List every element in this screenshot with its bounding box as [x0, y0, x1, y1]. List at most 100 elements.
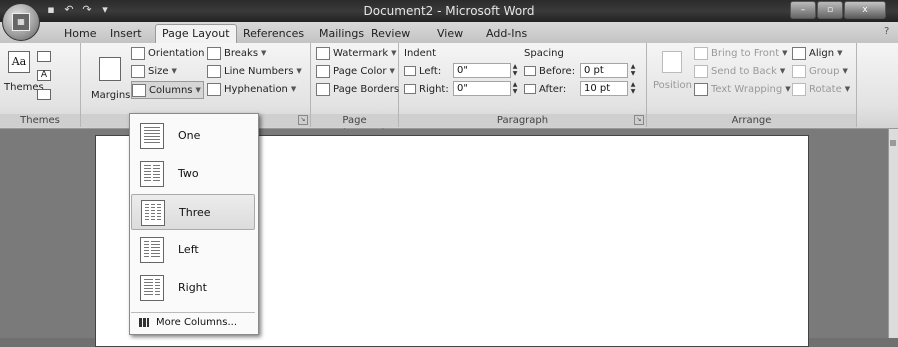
align-button[interactable]: Align ▼: [792, 45, 842, 61]
save-icon[interactable]: ▪: [44, 3, 58, 17]
columns-option-one[interactable]: One: [131, 118, 255, 154]
indent-left-field[interactable]: 0": [453, 63, 511, 78]
margins-button[interactable]: Margins: [91, 87, 130, 103]
menu-item-label: Right: [178, 281, 207, 294]
rotate-button[interactable]: Rotate ▼: [792, 81, 850, 97]
columns-dropdown-menu: One Two Three Left Right More Columns...: [129, 113, 259, 335]
orientation-button[interactable]: Orientation▼: [131, 45, 213, 61]
spacing-before-field[interactable]: 0 pt: [580, 63, 628, 78]
window-title: Document2 - Microsoft Word: [363, 4, 535, 18]
page-borders-button[interactable]: Page Borders: [316, 81, 399, 97]
margins-icon[interactable]: [99, 57, 121, 81]
page-color-button[interactable]: Page Color ▼: [316, 63, 395, 79]
paragraph-launcher-icon[interactable]: ↘: [634, 115, 644, 125]
columns-option-two[interactable]: Two: [131, 156, 255, 192]
text-wrapping-button[interactable]: Text Wrapping ▼: [694, 81, 791, 97]
paragraph-group: Indent Left: 0" ▲ ▼ Right: 0" ▲ ▼ Spacing …: [399, 43, 647, 127]
indent-right-spinner[interactable]: ▲ ▼: [511, 81, 519, 96]
tab-review[interactable]: Review: [371, 25, 410, 43]
two-columns-icon: [140, 161, 164, 187]
hyphenation-button[interactable]: Hyphenation ▼: [207, 81, 296, 97]
quick-access-toolbar: ▪ ↶ ↷ ▾: [44, 3, 112, 19]
orientation-icon: [131, 46, 145, 60]
tab-add-ins[interactable]: Add-Ins: [486, 25, 527, 43]
spacing-before-icon: [524, 66, 536, 76]
bring-to-front-icon: [694, 46, 708, 60]
more-columns-button[interactable]: More Columns...: [131, 312, 255, 333]
columns-button[interactable]: Columns ▼: [131, 81, 204, 99]
columns-option-right[interactable]: Right: [131, 270, 255, 306]
group-icon: [792, 64, 806, 78]
menu-item-label: Two: [178, 167, 199, 180]
paragraph-group-label: Paragraph: [399, 114, 646, 127]
theme-fonts-icon[interactable]: A: [37, 70, 51, 81]
spacing-before-spinner[interactable]: ▲ ▼: [629, 63, 637, 78]
maximize-button[interactable]: ▫: [817, 1, 843, 19]
spacing-after-field[interactable]: 10 pt: [580, 81, 628, 96]
theme-effects-icon[interactable]: [37, 89, 51, 100]
line-numbers-button[interactable]: Line Numbers ▼: [207, 63, 302, 79]
arrange-group: Position Bring to Front ▼ Send to Back ▼ T…: [647, 43, 857, 127]
breaks-icon: [207, 46, 221, 60]
customize-icon[interactable]: ▾: [98, 3, 112, 17]
size-icon: [131, 64, 145, 78]
position-icon[interactable]: [662, 51, 682, 73]
watermark-button[interactable]: Watermark ▼: [316, 45, 397, 61]
tab-mailings[interactable]: Mailings: [319, 25, 364, 43]
tab-references[interactable]: References: [243, 25, 304, 43]
columns-option-left[interactable]: Left: [131, 232, 255, 268]
minimize-button[interactable]: –: [790, 1, 816, 19]
tab-home[interactable]: Home: [64, 25, 96, 43]
three-columns-icon: [141, 200, 165, 226]
hyphenation-icon: [207, 82, 221, 96]
rotate-icon: [792, 82, 806, 96]
indent-left-spinner[interactable]: ▲ ▼: [511, 63, 519, 78]
menu-item-label: Left: [178, 243, 199, 256]
page-borders-icon: [316, 82, 330, 96]
office-button[interactable]: ▦: [2, 3, 40, 41]
spacing-before-label: Before:: [524, 63, 575, 79]
themes-icon[interactable]: Aa: [8, 51, 30, 73]
themes-group: Aa Themes A Themes: [0, 43, 81, 127]
tab-insert[interactable]: Insert: [110, 25, 142, 43]
breaks-button[interactable]: Breaks ▼: [207, 45, 266, 61]
window-controls: – ▫ x: [790, 1, 886, 19]
ribbon-tabs: Home Insert Page Layout References Maili…: [0, 22, 898, 44]
arrange-group-label: Arrange: [647, 114, 856, 127]
undo-icon[interactable]: ↶: [62, 3, 76, 17]
spacing-label: Spacing: [524, 47, 564, 59]
indent-left-label: Left:: [404, 63, 441, 79]
size-button[interactable]: Size ▼: [131, 63, 177, 79]
text-wrapping-icon: [694, 82, 708, 96]
theme-colors-icon[interactable]: [37, 51, 51, 62]
send-to-back-button[interactable]: Send to Back ▼: [694, 63, 785, 79]
close-button[interactable]: x: [844, 1, 886, 19]
vertical-scrollbar[interactable]: [888, 129, 898, 338]
menu-item-label: One: [178, 129, 201, 142]
view-ruler-icon[interactable]: [890, 140, 896, 146]
one-column-icon: [140, 123, 164, 149]
indent-right-icon: [404, 84, 416, 94]
spacing-after-label: After:: [524, 81, 566, 97]
columns-option-three[interactable]: Three: [131, 194, 255, 230]
position-button[interactable]: Position: [653, 77, 692, 93]
send-to-back-icon: [694, 64, 708, 78]
themes-group-label: Themes: [0, 114, 80, 127]
tab-view[interactable]: View: [437, 25, 463, 43]
office-logo-icon: ▦: [12, 13, 30, 31]
bring-to-front-button[interactable]: Bring to Front ▼: [694, 45, 788, 61]
tab-page-layout[interactable]: Page Layout: [155, 24, 237, 44]
columns-icon: [132, 83, 146, 97]
more-columns-label: More Columns...: [156, 317, 238, 328]
indent-label: Indent: [404, 47, 437, 59]
page-setup-launcher-icon[interactable]: ↘: [298, 115, 308, 125]
page-color-icon: [316, 64, 330, 78]
align-icon: [792, 46, 806, 60]
group-button[interactable]: Group ▼: [792, 63, 848, 79]
help-icon[interactable]: ?: [884, 26, 896, 38]
line-numbers-icon: [207, 64, 221, 78]
redo-icon[interactable]: ↷: [80, 3, 94, 17]
spacing-after-spinner[interactable]: ▲ ▼: [629, 81, 637, 96]
indent-right-field[interactable]: 0": [453, 81, 511, 96]
page-background-group-label: Page Background: [311, 114, 398, 139]
